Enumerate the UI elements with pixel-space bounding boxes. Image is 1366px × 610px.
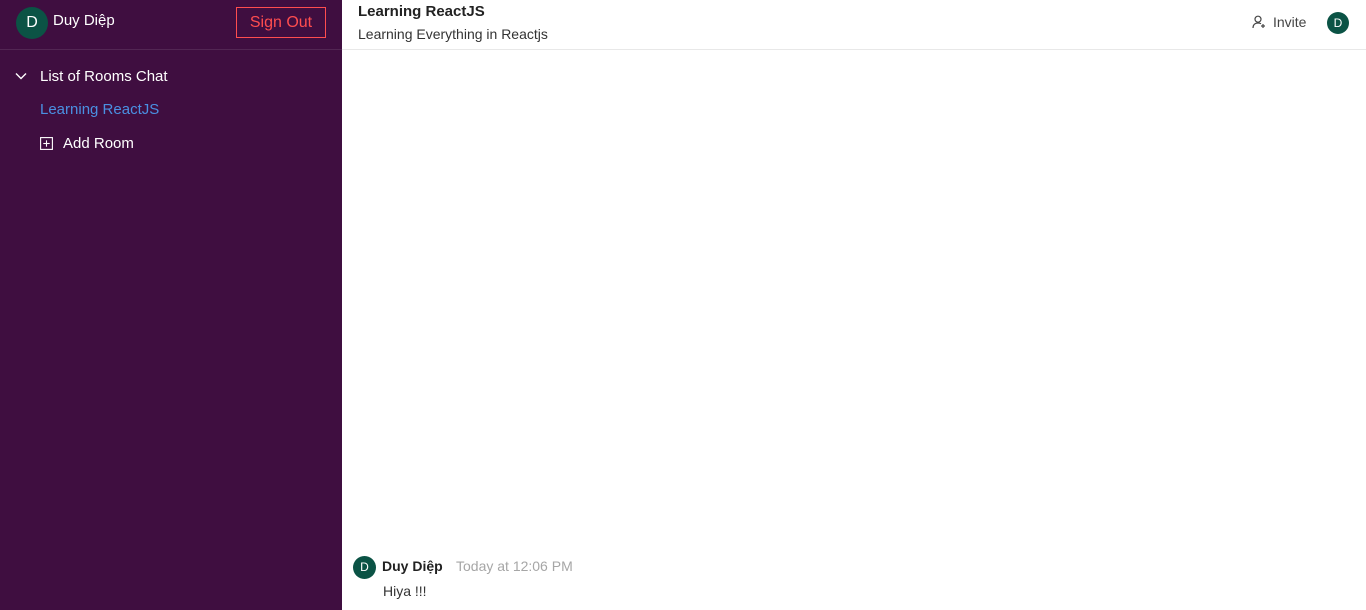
chevron-down-icon <box>15 73 27 80</box>
chat-header: Learning ReactJS Learning Everything in … <box>342 0 1366 50</box>
room-list-header[interactable]: List of Rooms Chat <box>14 66 168 86</box>
user-info: D Duy Diệp Sign Out <box>0 0 342 50</box>
room-title: Learning ReactJS <box>358 3 485 20</box>
room-item-learning-reactjs[interactable]: Learning ReactJS <box>40 101 159 118</box>
message-item: D Duy Diệp Today at 12:06 PM Hiya !!! <box>353 556 1253 606</box>
message-text: Hiya !!! <box>383 583 427 599</box>
sidebar: D Duy Diệp Sign Out List of Rooms Chat L… <box>0 0 342 610</box>
invite-button[interactable]: Invite <box>1252 14 1306 30</box>
user-avatar[interactable]: D <box>16 7 48 39</box>
add-room-button[interactable]: Add Room <box>40 134 134 152</box>
room-list-header-label: List of Rooms Chat <box>40 67 168 85</box>
message-author: Duy Diệp <box>382 558 443 574</box>
add-room-label: Add Room <box>63 134 134 152</box>
plus-square-icon <box>40 136 53 150</box>
invite-label: Invite <box>1273 14 1307 30</box>
room-description: Learning Everything in Reactjs <box>358 26 548 42</box>
message-time: Today at 12:06 PM <box>456 558 573 574</box>
message-avatar: D <box>353 556 376 579</box>
sign-out-button[interactable]: Sign Out <box>236 7 326 38</box>
member-avatar[interactable]: D <box>1327 12 1349 34</box>
user-add-icon <box>1252 15 1265 29</box>
user-name: Duy Diệp <box>53 12 115 29</box>
chat-window: Learning ReactJS Learning Everything in … <box>342 0 1366 610</box>
